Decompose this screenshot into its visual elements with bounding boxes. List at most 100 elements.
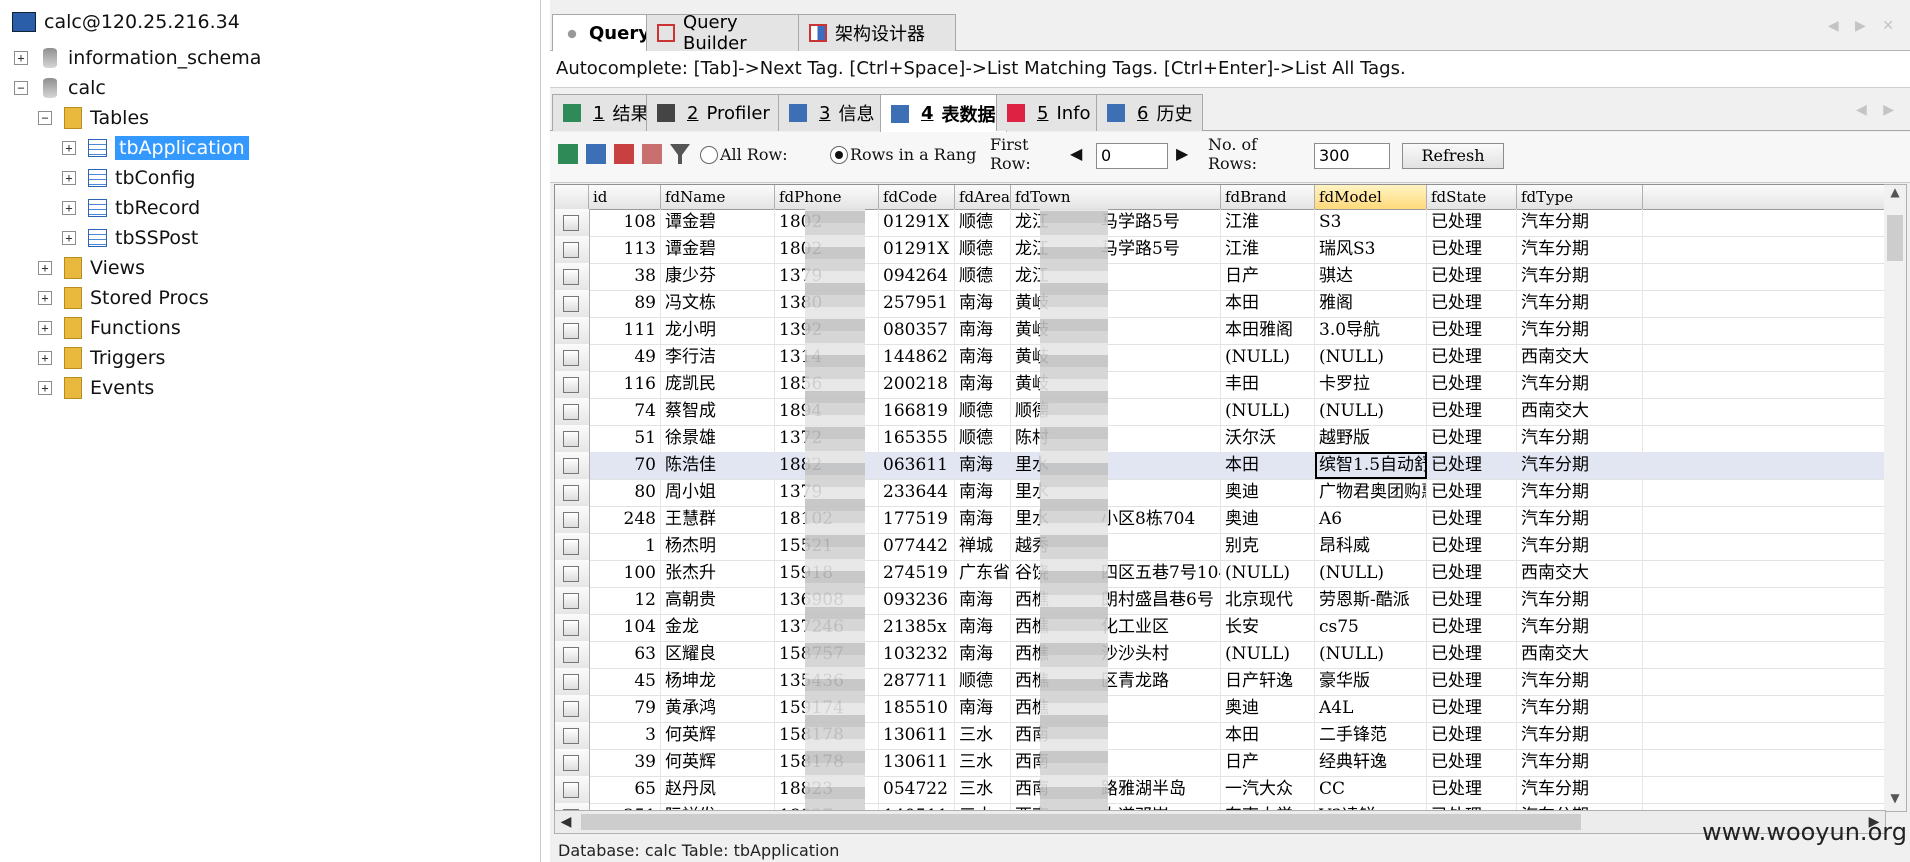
- row-checkbox[interactable]: [563, 593, 579, 609]
- cell-fdcode[interactable]: 094264: [879, 263, 955, 290]
- row-selector[interactable]: [555, 776, 590, 803]
- tree-item-tbconfig[interactable]: + tbConfig: [62, 164, 195, 192]
- expand-icon[interactable]: +: [38, 321, 52, 335]
- row-selector[interactable]: [555, 533, 590, 560]
- cell-fdarea[interactable]: 顺德: [955, 209, 1011, 236]
- cell-fdname[interactable]: 冯文栋: [661, 290, 775, 317]
- cell-fdstate[interactable]: 已处理: [1427, 479, 1517, 506]
- row-selector[interactable]: [555, 479, 590, 506]
- cell-fdname[interactable]: 徐景雄: [661, 425, 775, 452]
- cell-id[interactable]: 113: [589, 236, 661, 263]
- row-selector[interactable]: [555, 695, 590, 722]
- cell-fdbrand[interactable]: 本田: [1221, 290, 1315, 317]
- cell-fdmodel[interactable]: 二手锋范: [1315, 722, 1427, 749]
- cell-fdcode[interactable]: 063611: [879, 452, 955, 479]
- cell-fdarea[interactable]: 南海: [955, 506, 1011, 533]
- row-selector[interactable]: [555, 290, 590, 317]
- cell-id[interactable]: 248: [589, 506, 661, 533]
- cell-id[interactable]: 49: [589, 344, 661, 371]
- cell-fdtype[interactable]: 汽车分期: [1517, 317, 1643, 344]
- tab-schema-designer[interactable]: 架构设计器: [798, 14, 956, 51]
- row-selector[interactable]: [555, 668, 590, 695]
- cell-fdstate[interactable]: 已处理: [1427, 290, 1517, 317]
- cell-fdbrand[interactable]: 日产: [1221, 263, 1315, 290]
- cell-fdmodel[interactable]: CC: [1315, 776, 1427, 803]
- row-checkbox[interactable]: [563, 350, 579, 366]
- cell-fdtype[interactable]: 汽车分期: [1517, 776, 1643, 803]
- result-tab-2[interactable]: 2 Profiler: [646, 94, 781, 131]
- row-selector[interactable]: [555, 749, 590, 776]
- cell-fdname[interactable]: 龙小明: [661, 317, 775, 344]
- cell-fdtype[interactable]: 汽车分期: [1517, 749, 1643, 776]
- cell-fdbrand[interactable]: 别克: [1221, 533, 1315, 560]
- expand-icon[interactable]: +: [62, 171, 76, 185]
- row-selector[interactable]: [555, 560, 590, 587]
- row-checkbox[interactable]: [563, 782, 579, 798]
- row-selector[interactable]: [555, 344, 590, 371]
- expand-icon[interactable]: +: [62, 141, 76, 155]
- cell-fdname[interactable]: 庞凯民: [661, 371, 775, 398]
- cell-fdmodel[interactable]: 广物君奥团购惠: [1315, 479, 1427, 506]
- cell-id[interactable]: 89: [589, 290, 661, 317]
- cell-id[interactable]: 12: [589, 587, 661, 614]
- cell-fdname[interactable]: 康少芬: [661, 263, 775, 290]
- rows-count-input[interactable]: [1314, 143, 1390, 169]
- row-selector[interactable]: [555, 371, 590, 398]
- result-tab-6[interactable]: 6 历史: [1096, 94, 1204, 131]
- row-checkbox[interactable]: [563, 377, 579, 393]
- cell-fdarea[interactable]: 南海: [955, 452, 1011, 479]
- column-header-fdtype[interactable]: fdType: [1517, 185, 1643, 209]
- cell-fdname[interactable]: 王慧群: [661, 506, 775, 533]
- cell-fdmodel[interactable]: 缤智1.5自动舒适: [1315, 452, 1427, 479]
- collapse-icon[interactable]: −: [38, 111, 52, 125]
- expand-icon[interactable]: +: [14, 51, 28, 65]
- cell-fdname[interactable]: 张杰升: [661, 560, 775, 587]
- cell-id[interactable]: 38: [589, 263, 661, 290]
- cell-fdstate[interactable]: 已处理: [1427, 371, 1517, 398]
- table-row[interactable]: 49 李行洁 1314 144862 南海 黄岐 (NULL) (NULL) 已处理 西南交大: [555, 344, 1885, 372]
- cell-fdarea[interactable]: 南海: [955, 317, 1011, 344]
- row-checkbox[interactable]: [563, 296, 579, 312]
- cell-fdmodel[interactable]: (NULL): [1315, 344, 1427, 371]
- cell-fdmodel[interactable]: 经典轩逸: [1315, 749, 1427, 776]
- row-checkbox[interactable]: [563, 485, 579, 501]
- cell-fdstate[interactable]: 已处理: [1427, 425, 1517, 452]
- tab-query-builder[interactable]: Query Builder: [646, 12, 818, 54]
- cell-fdname[interactable]: 赵丹凤: [661, 776, 775, 803]
- cell-fdname[interactable]: 何英辉: [661, 749, 775, 776]
- cell-fdbrand[interactable]: 沃尔沃: [1221, 425, 1315, 452]
- cell-fdarea[interactable]: 南海: [955, 614, 1011, 641]
- row-selector[interactable]: [555, 317, 590, 344]
- tree-item-triggers[interactable]: + Triggers: [38, 344, 165, 372]
- cell-fdarea[interactable]: 三水: [955, 776, 1011, 803]
- cell-fdarea[interactable]: 三水: [955, 722, 1011, 749]
- refresh-button[interactable]: Refresh: [1402, 143, 1504, 169]
- cell-fdmodel[interactable]: 越野版: [1315, 425, 1427, 452]
- row-selector[interactable]: [555, 209, 590, 236]
- cell-fdarea[interactable]: 南海: [955, 344, 1011, 371]
- cell-fdmodel[interactable]: (NULL): [1315, 398, 1427, 425]
- row-checkbox[interactable]: [563, 728, 579, 744]
- table-row[interactable]: 111 龙小明 1392 080357 南海 黄岐 本田雅阁 3.0导航 已处理 汽车分期: [555, 317, 1885, 345]
- cell-fdarea[interactable]: 南海: [955, 695, 1011, 722]
- row-checkbox[interactable]: [563, 512, 579, 528]
- cell-fdbrand[interactable]: 本田雅阁: [1221, 317, 1315, 344]
- table-row[interactable]: 12高朝贵136908093236南海西樵朗村盛昌巷6号北京现代劳恩斯-酷派已处…: [555, 587, 1885, 615]
- cell-fdarea[interactable]: 南海: [955, 479, 1011, 506]
- cell-fdname[interactable]: 何英辉: [661, 722, 775, 749]
- cell-fdarea[interactable]: 顺德: [955, 236, 1011, 263]
- table-row[interactable]: 38 康少芬 1379 094264 顺德 龙江 日产 骐达 已处理 汽车分期: [555, 263, 1885, 291]
- cell-fdstate[interactable]: 已处理: [1427, 452, 1517, 479]
- tab-scroll-arrows[interactable]: ◀ ▶ ✕: [1828, 18, 1900, 34]
- cell-fdmodel[interactable]: 昂科威: [1315, 533, 1427, 560]
- cell-fdbrand[interactable]: 日产: [1221, 749, 1315, 776]
- cell-fdstate[interactable]: 已处理: [1427, 560, 1517, 587]
- table-row[interactable]: 113 谭金碧 1802 01291X 顺德 龙江 马学路5号 江淮 瑞风S3 已处理 汽车分期: [555, 236, 1885, 264]
- save-icon[interactable]: [586, 144, 606, 164]
- cell-fdbrand[interactable]: (NULL): [1221, 344, 1315, 371]
- cell-fdcode[interactable]: 144862: [879, 344, 955, 371]
- cell-fdstate[interactable]: 已处理: [1427, 209, 1517, 236]
- cell-fdcode[interactable]: 177519: [879, 506, 955, 533]
- cell-fdstate[interactable]: 已处理: [1427, 317, 1517, 344]
- cell-fdcode[interactable]: 257951: [879, 290, 955, 317]
